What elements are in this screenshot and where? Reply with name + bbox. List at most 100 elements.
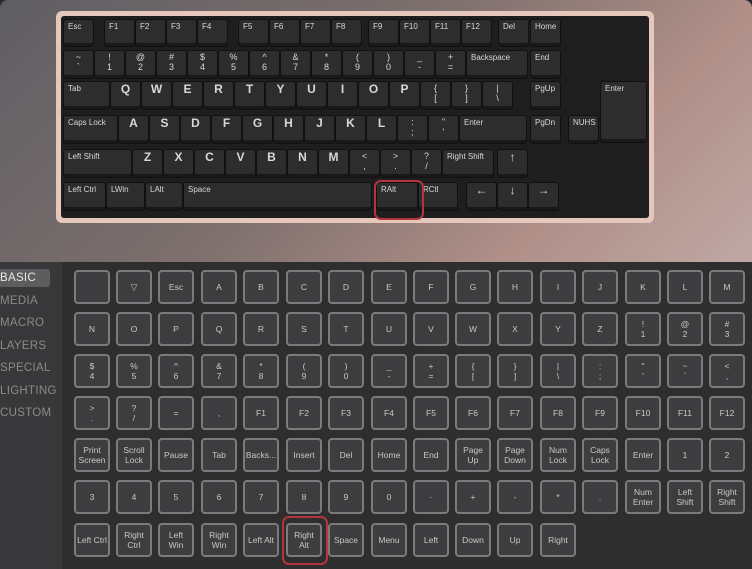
keycode-key[interactable]: * xyxy=(540,480,576,514)
keycode-8[interactable]: 8 xyxy=(286,480,322,514)
keyboard-key-caps-lock[interactable]: Caps Lock xyxy=(63,115,118,144)
keyboard-key-l[interactable]: L xyxy=(366,115,397,144)
keyboard-key-z[interactable]: Z xyxy=(132,149,163,178)
keyboard-key-p[interactable]: P xyxy=(389,81,420,110)
keycode-left[interactable]: Left xyxy=(413,523,449,557)
keyboard-key-home[interactable]: Home xyxy=(530,19,561,47)
keycode-key[interactable]: ? / xyxy=(116,396,152,430)
keyboard-key-t[interactable]: T xyxy=(234,81,265,110)
keyboard-key-x[interactable]: X xyxy=(163,149,194,178)
keyboard-key-lwin[interactable]: LWin xyxy=(106,182,145,211)
keyboard-key-key[interactable]: ← xyxy=(466,182,497,211)
keyboard-key-o[interactable]: O xyxy=(358,81,389,110)
keycode-5[interactable]: % 5 xyxy=(116,354,152,388)
keycode-key[interactable]: ▽ xyxy=(116,270,152,304)
keyboard-key-e[interactable]: E xyxy=(172,81,203,110)
keycode-6[interactable]: 6 xyxy=(201,480,237,514)
keyboard-key-f3[interactable]: F3 xyxy=(166,19,197,47)
keycode-k[interactable]: K xyxy=(625,270,661,304)
keyboard-key-f4[interactable]: F4 xyxy=(197,19,228,47)
keycode-key[interactable]: } ] xyxy=(497,354,533,388)
keycode-insert[interactable]: Insert xyxy=(286,438,322,472)
keycode-left-win[interactable]: Left Win xyxy=(158,523,194,557)
keyboard-key-enter[interactable]: Enter xyxy=(600,81,647,143)
keycode-s[interactable]: S xyxy=(286,312,322,346)
keyboard-key-q[interactable]: Q xyxy=(110,81,141,110)
sidebar-tab-custom[interactable]: CUSTOM xyxy=(0,404,62,422)
keycode-left-alt[interactable]: Left Alt xyxy=(243,523,279,557)
keyboard-key-key[interactable]: ~ ` xyxy=(63,50,94,79)
keyboard-key-nuhs[interactable]: NUHS xyxy=(568,115,599,144)
keycode-o[interactable]: O xyxy=(116,312,152,346)
keyboard-key-backspace[interactable]: Backspace xyxy=(466,50,528,79)
keycode-key[interactable]: ~ ` xyxy=(667,354,703,388)
keyboard-key-space[interactable]: Space xyxy=(183,182,372,211)
keycode-f10[interactable]: F10 xyxy=(625,396,661,430)
keycode-n[interactable]: N xyxy=(74,312,110,346)
keyboard-key-pgup[interactable]: PgUp xyxy=(530,81,561,110)
sidebar-tab-special[interactable]: SPECIAL xyxy=(0,359,62,377)
keyboard-key-y[interactable]: Y xyxy=(265,81,296,110)
keycode-right-win[interactable]: Right Win xyxy=(201,523,237,557)
keycode-key[interactable]: , xyxy=(201,396,237,430)
keycode-w[interactable]: W xyxy=(455,312,491,346)
keycode-print-screen[interactable]: Print Screen xyxy=(74,438,110,472)
keyboard-key-key[interactable]: + = xyxy=(435,50,466,79)
keycode-1[interactable]: 1 xyxy=(667,438,703,472)
keycode-f6[interactable]: F6 xyxy=(455,396,491,430)
keycode-2[interactable]: 2 xyxy=(709,438,745,472)
keycode-m[interactable]: M xyxy=(709,270,745,304)
keyboard-key-f6[interactable]: F6 xyxy=(269,19,300,47)
sidebar-tab-lighting[interactable]: LIGHTING xyxy=(0,382,62,400)
keycode-6[interactable]: ^ 6 xyxy=(158,354,194,388)
keyboard-key-f11[interactable]: F11 xyxy=(430,19,461,47)
keycode-menu[interactable]: Menu xyxy=(371,523,407,557)
keycode-y[interactable]: Y xyxy=(540,312,576,346)
keyboard-key-key[interactable]: " ' xyxy=(428,115,459,144)
keycode-i[interactable]: I xyxy=(540,270,576,304)
keycode-key[interactable]: = xyxy=(158,396,194,430)
keyboard-key-f7[interactable]: F7 xyxy=(300,19,331,47)
keycode-key[interactable]: - xyxy=(497,480,533,514)
keycode-h[interactable]: H xyxy=(497,270,533,304)
keycode-7[interactable]: & 7 xyxy=(201,354,237,388)
keycode-z[interactable]: Z xyxy=(582,312,618,346)
keycode-f3[interactable]: F3 xyxy=(328,396,364,430)
keycode-x[interactable]: X xyxy=(497,312,533,346)
keycode-key[interactable]: . xyxy=(582,480,618,514)
keycode-2[interactable]: @ 2 xyxy=(667,312,703,346)
keyboard-key-k[interactable]: K xyxy=(335,115,366,144)
keycode-tab[interactable]: Tab xyxy=(201,438,237,472)
keycode-3[interactable]: 3 xyxy=(74,480,110,514)
keyboard-key-a[interactable]: A xyxy=(118,115,149,144)
keycode-key[interactable]: _ - xyxy=(371,354,407,388)
keycode-e[interactable]: E xyxy=(371,270,407,304)
keyboard-key-right-shift[interactable]: Right Shift xyxy=(442,149,494,178)
keycode-4[interactable]: $ 4 xyxy=(74,354,110,388)
keycode-key[interactable]: + xyxy=(455,480,491,514)
keyboard-key-5[interactable]: % 5 xyxy=(218,50,249,79)
keycode-0[interactable]: ) 0 xyxy=(328,354,364,388)
keyboard-key-b[interactable]: B xyxy=(256,149,287,178)
keycode-q[interactable]: Q xyxy=(201,312,237,346)
keycode-key[interactable]: · xyxy=(413,480,449,514)
keyboard-key-f12[interactable]: F12 xyxy=(461,19,492,47)
keycode-d[interactable]: D xyxy=(328,270,364,304)
keycode-1[interactable]: ! 1 xyxy=(625,312,661,346)
keycode-a[interactable]: A xyxy=(201,270,237,304)
keycode-page-down[interactable]: Page Down xyxy=(497,438,533,472)
keyboard-key-f1[interactable]: F1 xyxy=(104,19,135,47)
keycode-num-enter[interactable]: Num Enter xyxy=(625,480,661,514)
keycode-f9[interactable]: F9 xyxy=(582,396,618,430)
keycode-key[interactable] xyxy=(74,270,110,304)
keyboard-key-tab[interactable]: Tab xyxy=(63,81,110,110)
keycode-t[interactable]: T xyxy=(328,312,364,346)
keycode-p[interactable]: P xyxy=(158,312,194,346)
keycode-u[interactable]: U xyxy=(371,312,407,346)
keycode-l[interactable]: L xyxy=(667,270,703,304)
keycode-right-ctrl[interactable]: Right Ctrl xyxy=(116,523,152,557)
keyboard-key-key[interactable]: → xyxy=(528,182,559,211)
keycode-left-shift[interactable]: Left Shift xyxy=(667,480,703,514)
keycode-f4[interactable]: F4 xyxy=(371,396,407,430)
keycode-9[interactable]: ( 9 xyxy=(286,354,322,388)
